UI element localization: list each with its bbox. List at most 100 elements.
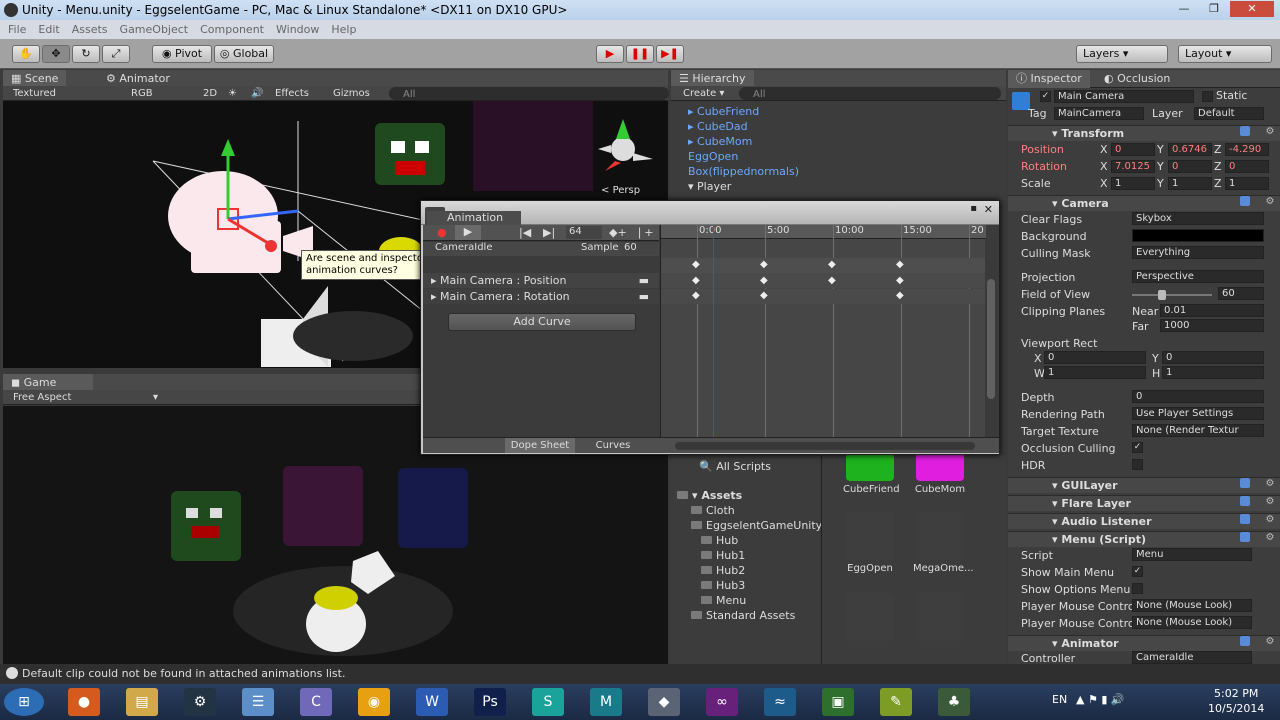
folder-item[interactable]: Menu bbox=[701, 594, 746, 607]
add-curve-button[interactable]: Add Curve bbox=[448, 313, 636, 331]
culling-mask-dropdown[interactable]: Everything bbox=[1132, 246, 1264, 259]
window-menu-icon[interactable]: ▪ bbox=[970, 203, 977, 214]
horizontal-scrollbar[interactable] bbox=[675, 442, 975, 450]
prev-key-button[interactable]: |◀ bbox=[519, 226, 531, 239]
fov-slider-handle[interactable] bbox=[1158, 290, 1166, 300]
menu-edit[interactable]: Edit bbox=[38, 20, 59, 39]
sample-field[interactable]: 60 bbox=[621, 242, 657, 255]
keyframe-diamond[interactable]: ◆ bbox=[760, 259, 768, 270]
property-row[interactable]: ▸ Main Camera : Position ▬ bbox=[423, 273, 659, 288]
show-options-checkbox[interactable] bbox=[1132, 583, 1143, 594]
controller-field[interactable]: CameraIdle bbox=[1132, 651, 1252, 664]
unity-icon[interactable]: ◆ bbox=[648, 688, 680, 716]
layout-dropdown[interactable]: Layout ▾ bbox=[1178, 45, 1272, 63]
far-field[interactable]: 1000 bbox=[1160, 319, 1264, 332]
next-key-button[interactable]: ▶| bbox=[543, 226, 555, 239]
viewport-y-field[interactable]: 0 bbox=[1162, 351, 1264, 364]
gear-icon[interactable]: ⚙ bbox=[1264, 532, 1276, 544]
hdr-checkbox[interactable] bbox=[1132, 459, 1143, 470]
help-icon[interactable] bbox=[1240, 636, 1250, 646]
start-button[interactable]: ⊞ bbox=[4, 688, 44, 716]
rotate-tool-icon[interactable]: ↻ bbox=[72, 45, 100, 63]
projection-dropdown[interactable]: Perspective bbox=[1132, 270, 1264, 283]
asset-tile[interactable] bbox=[913, 593, 967, 644]
tab-curves[interactable]: Curves bbox=[583, 438, 643, 453]
position-x-field[interactable]: 0 bbox=[1111, 143, 1155, 156]
transform-header[interactable]: ▾ Transform ⚙ bbox=[1008, 125, 1280, 141]
rotation-y-field[interactable]: 0 bbox=[1168, 160, 1212, 173]
keyframe-diamond[interactable]: ◆ bbox=[760, 290, 768, 301]
tab-occlusion[interactable]: ◐ Occlusion bbox=[1096, 70, 1178, 88]
dopesheet-area[interactable]: 0:00 5:00 10:00 15:00 20 ◆ ◆ ◆ ◆ ◆ ◆ ◆ ◆… bbox=[660, 225, 986, 437]
keyframe-diamond[interactable]: ◆ bbox=[692, 290, 700, 301]
keyframe-diamond[interactable]: ◆ bbox=[828, 275, 836, 286]
keyframe-diamond[interactable]: ◆ bbox=[692, 275, 700, 286]
app-icon[interactable]: ▣ bbox=[822, 688, 854, 716]
asset-tile[interactable]: CubeFriend bbox=[843, 453, 900, 495]
app-icon[interactable]: C bbox=[300, 688, 332, 716]
animation-tab[interactable]: Animation bbox=[427, 211, 521, 225]
status-message[interactable]: Default clip could not be found in attac… bbox=[22, 667, 345, 680]
app-icon[interactable]: ≈ bbox=[764, 688, 796, 716]
gear-icon[interactable]: ⚙ bbox=[1264, 126, 1276, 138]
rgb-dropdown[interactable]: RGB bbox=[131, 86, 153, 101]
hierarchy-item[interactable]: ▸ CubeDad bbox=[688, 120, 748, 133]
object-name-input[interactable]: Main Camera bbox=[1054, 90, 1194, 103]
play-button[interactable]: ▶ bbox=[596, 45, 624, 63]
shading-dropdown[interactable]: Textured bbox=[13, 86, 56, 101]
maximize-button[interactable]: ❐ bbox=[1200, 1, 1228, 17]
close-button[interactable]: ✕ bbox=[1230, 1, 1274, 17]
active-checkbox[interactable]: ✓ bbox=[1040, 91, 1051, 102]
animator-header[interactable]: ▾ Animator ⚙ bbox=[1008, 635, 1280, 651]
hierarchy-item[interactable]: ▸ CubeFriend bbox=[688, 105, 759, 118]
gear-icon[interactable]: ⚙ bbox=[1264, 496, 1276, 508]
add-event-button[interactable]: ❘+ bbox=[635, 226, 653, 239]
asset-tile[interactable] bbox=[843, 593, 897, 644]
property-menu-icon[interactable]: ▬ bbox=[639, 274, 649, 287]
fov-slider[interactable] bbox=[1132, 290, 1212, 300]
help-icon[interactable] bbox=[1240, 196, 1250, 206]
language-indicator[interactable]: EN bbox=[1052, 693, 1067, 706]
tag-dropdown[interactable]: MainCamera bbox=[1054, 107, 1144, 120]
rotation-z-field[interactable]: 0 bbox=[1225, 160, 1269, 173]
target-texture-field[interactable]: None (Render Textur bbox=[1132, 424, 1264, 437]
clock-date[interactable]: 10/5/2014 bbox=[1208, 702, 1264, 715]
audio-listener-header[interactable]: ▾ Audio Listener ⚙ bbox=[1008, 513, 1280, 529]
scale-x-field[interactable]: 1 bbox=[1111, 177, 1155, 190]
vertical-scrollbar[interactable] bbox=[985, 239, 997, 437]
occlusion-checkbox[interactable]: ✓ bbox=[1132, 442, 1143, 453]
lighting-icon[interactable]: ☀ bbox=[228, 86, 237, 101]
hierarchy-item[interactable]: ▸ CubeMom bbox=[688, 135, 752, 148]
create-dropdown[interactable]: Create ▾ bbox=[683, 86, 724, 101]
maya-icon[interactable]: M bbox=[590, 688, 622, 716]
mode-2d-button[interactable]: 2D bbox=[203, 86, 217, 101]
pause-button[interactable]: ❚❚ bbox=[626, 45, 654, 63]
photoshop-icon[interactable]: Ps bbox=[474, 688, 506, 716]
app-icon[interactable]: ◉ bbox=[358, 688, 390, 716]
folder-item[interactable]: EggselentGameUnity bbox=[691, 519, 822, 532]
gear-icon[interactable]: ⚙ bbox=[1264, 636, 1276, 648]
clip-dropdown[interactable]: CameraIdle bbox=[435, 242, 492, 253]
assets-folder[interactable]: ▾ Assets bbox=[677, 489, 742, 502]
near-field[interactable]: 0.01 bbox=[1160, 304, 1264, 317]
keyframe-diamond[interactable]: ◆ bbox=[896, 259, 904, 270]
keyframe-diamond[interactable]: ◆ bbox=[760, 275, 768, 286]
hierarchy-item[interactable]: ▾ Player bbox=[688, 180, 731, 193]
position-y-field[interactable]: 0.6746 bbox=[1168, 143, 1212, 156]
tray-icons[interactable]: ▲ ⚑ ▮ 🔊 bbox=[1076, 693, 1125, 706]
camera-header[interactable]: ▾ Camera ⚙ bbox=[1008, 195, 1280, 211]
gizmos-dropdown[interactable]: Gizmos bbox=[333, 86, 370, 101]
folder-item[interactable]: Hub2 bbox=[701, 564, 745, 577]
asset-tile[interactable]: EggOpen bbox=[843, 512, 897, 574]
gear-icon[interactable]: ⚙ bbox=[1264, 514, 1276, 526]
help-icon[interactable] bbox=[1240, 496, 1250, 506]
step-button[interactable]: ▶❚ bbox=[656, 45, 684, 63]
hierarchy-item[interactable]: EggOpen bbox=[688, 150, 738, 163]
hierarchy-item[interactable]: Box(flippednormals) bbox=[688, 165, 799, 178]
folder-item[interactable]: Hub1 bbox=[701, 549, 745, 562]
scale-tool-icon[interactable]: ⤢ bbox=[102, 45, 130, 63]
gear-icon[interactable]: ⚙ bbox=[1264, 478, 1276, 490]
menu-file[interactable]: File bbox=[8, 20, 26, 39]
menu-window[interactable]: Window bbox=[276, 20, 319, 39]
audio-icon[interactable]: 🔊 bbox=[251, 86, 263, 101]
